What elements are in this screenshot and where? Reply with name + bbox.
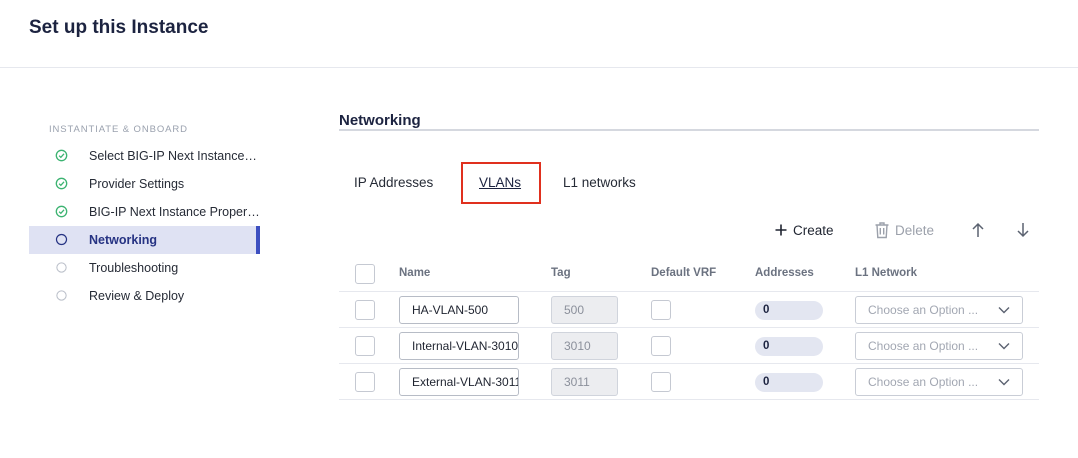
step-label: Troubleshooting [89, 261, 179, 275]
step-label: Select BIG-IP Next Instance Template [89, 149, 260, 163]
select-placeholder: Choose an Option ... [868, 339, 979, 353]
column-header-l1-network: L1 Network [855, 267, 917, 279]
delete-button[interactable]: Delete [874, 218, 934, 242]
row-checkbox[interactable] [355, 372, 375, 392]
table-toolbar: Create Delete [339, 218, 1039, 242]
network-tabs: IP Addresses VLANs L1 networks [339, 162, 1039, 204]
arrow-up-icon [972, 222, 984, 237]
table-row: Internal-VLAN-3010 3010 0 Choose an Opti… [339, 328, 1039, 364]
step-select-template[interactable]: Select BIG-IP Next Instance Template [29, 142, 260, 170]
trash-icon [875, 222, 889, 239]
step-troubleshooting[interactable]: Troubleshooting [29, 254, 260, 282]
addresses-count[interactable]: 0 [755, 301, 823, 320]
arrow-down-icon [1017, 223, 1029, 238]
check-circle-icon [55, 149, 68, 162]
highlight-box [461, 162, 541, 204]
page-header: Set up this Instance [0, 0, 1078, 68]
vlan-tag-input: 3010 [551, 332, 618, 360]
vlan-name-input[interactable]: HA-VLAN-500 [399, 296, 519, 324]
wizard-sidebar: INSTANTIATE & ONBOARD Select BIG-IP Next… [29, 118, 260, 310]
check-circle-icon [55, 177, 68, 190]
select-all-checkbox[interactable] [355, 264, 375, 284]
circle-icon [56, 262, 67, 273]
vlan-name-input[interactable]: External-VLAN-3011 [399, 368, 519, 396]
move-down-button[interactable] [1016, 218, 1030, 242]
default-vrf-checkbox[interactable] [651, 372, 671, 392]
step-networking[interactable]: Networking [29, 226, 260, 254]
chevron-down-icon [998, 343, 1010, 350]
table-header: Name Tag Default VRF Addresses L1 Networ… [339, 256, 1039, 292]
sidebar-section-label: INSTANTIATE & ONBOARD [49, 124, 188, 135]
chevron-down-icon [998, 379, 1010, 386]
step-label: BIG-IP Next Instance Properties [89, 205, 260, 219]
create-label: Create [793, 222, 834, 238]
table-row: HA-VLAN-500 500 0 Choose an Option ... [339, 292, 1039, 328]
networking-panel: Networking IP Addresses VLANs L1 network… [339, 110, 1039, 400]
delete-label: Delete [895, 222, 935, 238]
vlans-table: Name Tag Default VRF Addresses L1 Networ… [339, 256, 1039, 400]
l1-network-select[interactable]: Choose an Option ... [855, 368, 1023, 396]
table-row: External-VLAN-3011 3011 0 Choose an Opti… [339, 364, 1039, 400]
plus-icon [775, 224, 787, 236]
default-vrf-checkbox[interactable] [651, 336, 671, 356]
step-instance-properties[interactable]: BIG-IP Next Instance Properties [29, 198, 260, 226]
column-header-addresses: Addresses [755, 267, 814, 279]
section-divider [339, 129, 1039, 131]
chevron-down-icon [998, 307, 1010, 314]
check-circle-icon [55, 205, 68, 218]
move-up-button[interactable] [971, 218, 985, 242]
vlan-tag-input: 3011 [551, 368, 618, 396]
tab-ip-addresses[interactable]: IP Addresses [354, 162, 433, 204]
column-header-default-vrf: Default VRF [651, 267, 717, 279]
page-title: Set up this Instance [29, 17, 209, 38]
addresses-count[interactable]: 0 [755, 337, 823, 356]
vlan-tag-input: 500 [551, 296, 618, 324]
select-placeholder: Choose an Option ... [868, 375, 979, 389]
default-vrf-checkbox[interactable] [651, 300, 671, 320]
column-header-name: Name [399, 267, 431, 279]
circle-icon [55, 233, 68, 246]
create-button[interactable]: Create [774, 218, 834, 242]
step-provider-settings[interactable]: Provider Settings [29, 170, 260, 198]
step-review-deploy[interactable]: Review & Deploy [29, 282, 260, 310]
vlan-name-input[interactable]: Internal-VLAN-3010 [399, 332, 519, 360]
l1-network-select[interactable]: Choose an Option ... [855, 332, 1023, 360]
tab-l1-networks[interactable]: L1 networks [563, 162, 636, 204]
addresses-count[interactable]: 0 [755, 373, 823, 392]
circle-icon [56, 290, 67, 301]
row-checkbox[interactable] [355, 336, 375, 356]
row-checkbox[interactable] [355, 300, 375, 320]
l1-network-select[interactable]: Choose an Option ... [855, 296, 1023, 324]
step-label: Provider Settings [89, 177, 185, 191]
select-placeholder: Choose an Option ... [868, 303, 979, 317]
step-label: Networking [89, 233, 158, 247]
step-label: Review & Deploy [89, 289, 185, 303]
column-header-tag: Tag [551, 267, 571, 279]
